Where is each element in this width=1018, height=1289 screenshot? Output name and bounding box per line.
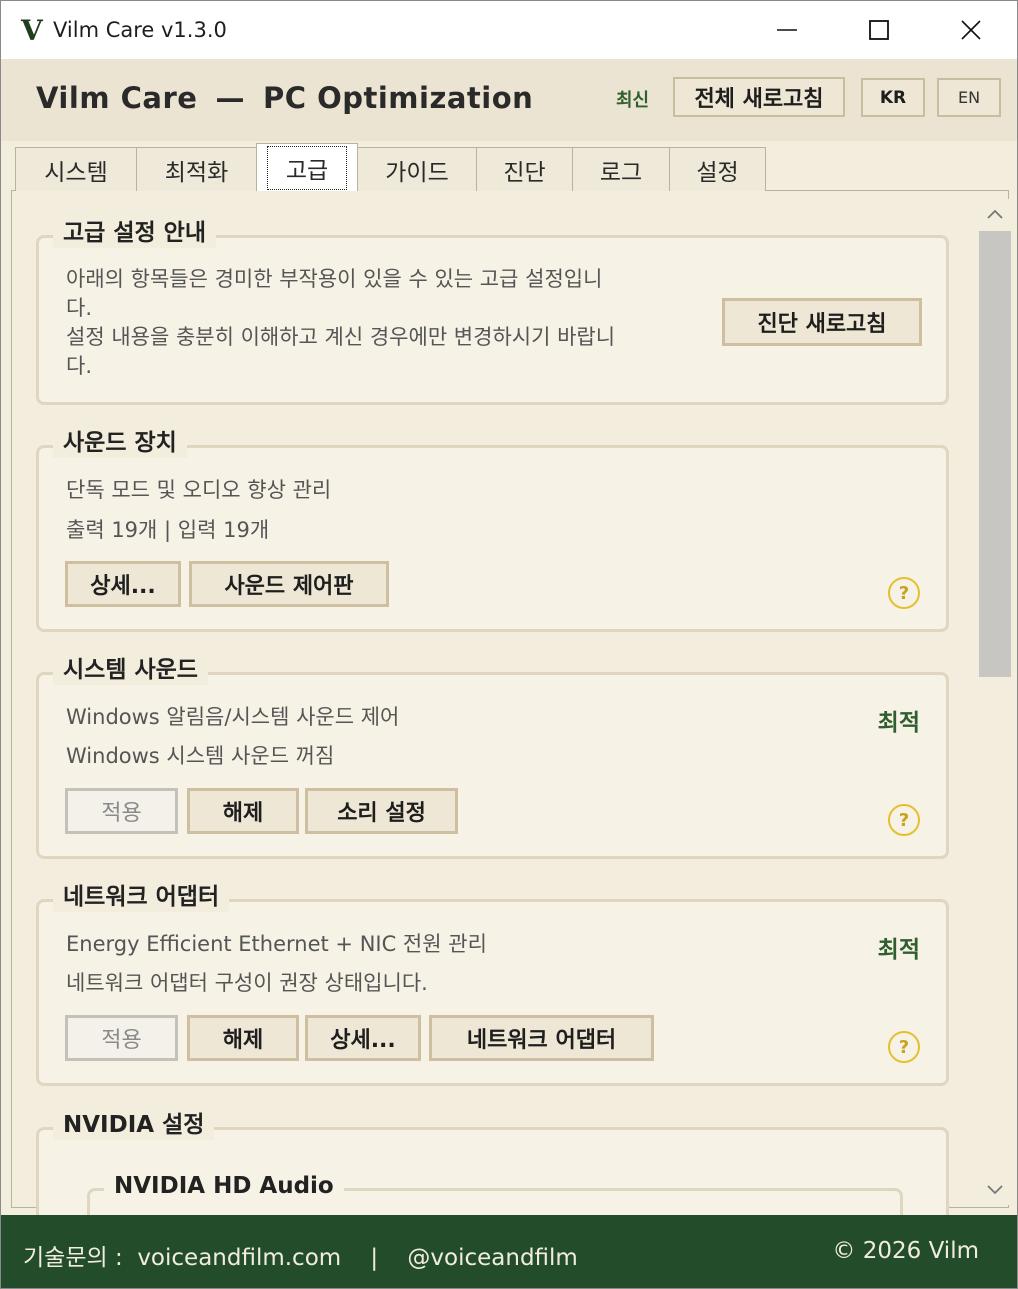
scroll-up-button[interactable] — [977, 199, 1013, 229]
nvidia-hd-audio-title: NVIDIA HD Audio — [104, 1171, 344, 1201]
system-sound-help-icon[interactable]: ? — [888, 804, 920, 836]
advanced-notice-title: 고급 설정 안내 — [53, 218, 216, 248]
app-subtitle: PC Optimization — [262, 81, 534, 115]
window-controls — [741, 1, 1017, 59]
network-release-button[interactable]: 해제 — [187, 1015, 299, 1061]
tab-diagnostics[interactable]: 진단 — [476, 147, 573, 191]
sound-control-panel-button[interactable]: 사운드 제어판 — [189, 561, 389, 607]
network-details-button[interactable]: 상세... — [305, 1015, 421, 1061]
sound-devices-desc: 단독 모드 및 오디오 향상 관리 — [66, 478, 332, 502]
advanced-notice-text: 아래의 항목들은 경미한 부작용이 있을 수 있는 고급 설정입니 다. 설정 … — [66, 265, 615, 381]
tab-system[interactable]: 시스템 — [15, 147, 137, 191]
sound-devices-counts: 출력 19개 | 입력 19개 — [66, 518, 270, 542]
tab-advanced[interactable]: 고급 — [256, 143, 358, 191]
nvidia-settings-title: NVIDIA 설정 — [53, 1110, 215, 1140]
scroll-down-button[interactable] — [977, 1175, 1013, 1205]
app-header: Vilm Care — PC Optimization 최신 전체 새로고침 KR … — [1, 59, 1017, 141]
scroll-thumb[interactable] — [979, 231, 1011, 677]
latest-status-label: 최신 — [616, 90, 650, 111]
tab-optimization[interactable]: 최적화 — [136, 147, 257, 191]
minimize-button[interactable] — [741, 1, 833, 59]
system-sound-apply-button[interactable]: 적용 — [65, 788, 178, 834]
app-logo-icon: V — [21, 13, 43, 47]
close-button[interactable] — [925, 1, 1017, 59]
footer-copyright: © 2026 Vilm — [832, 1238, 979, 1264]
close-icon — [961, 20, 981, 40]
title-separator: — — [215, 81, 245, 115]
system-sound-group: 시스템 사운드 Windows 알림음/시스템 사운드 제어 최적 Window… — [36, 655, 949, 859]
network-adapter-title: 네트워크 어댑터 — [53, 882, 230, 912]
maximize-icon — [869, 20, 889, 40]
footer-contact: 기술문의 : voiceandfilm.com | @voiceandfilm — [23, 1245, 578, 1271]
system-sound-desc: Windows 알림음/시스템 사운드 제어 — [66, 705, 400, 729]
network-adapter-help-icon[interactable]: ? — [888, 1031, 920, 1063]
sound-devices-title: 사운드 장치 — [53, 428, 187, 458]
notice-line-1b: 다. — [66, 296, 92, 320]
sound-devices-help-icon[interactable]: ? — [888, 577, 920, 609]
tab-settings[interactable]: 설정 — [669, 147, 766, 191]
footer-bar: 기술문의 : voiceandfilm.com | @voiceandfilm … — [1, 1215, 1017, 1288]
maximize-button[interactable] — [833, 1, 925, 59]
app-window: V Vilm Care v1.3.0 Vilm Care — PC Optimiza… — [0, 0, 1018, 1289]
refresh-all-button[interactable]: 전체 새로고침 — [673, 77, 845, 117]
sound-details-button[interactable]: 상세... — [65, 561, 181, 607]
network-apply-button[interactable]: 적용 — [65, 1015, 178, 1061]
tab-advanced-label: 고급 — [266, 145, 348, 190]
page-title: Vilm Care — PC Optimization — [36, 81, 533, 115]
notice-line-1: 아래의 항목들은 경미한 부작용이 있을 수 있는 고급 설정입니 — [66, 267, 603, 291]
title-bar[interactable]: V Vilm Care v1.3.0 — [1, 1, 1017, 59]
system-sound-title: 시스템 사운드 — [53, 655, 208, 685]
sound-devices-group: 사운드 장치 단독 모드 및 오디오 향상 관리 출력 19개 | 입력 19개… — [36, 428, 949, 632]
network-adapter-button[interactable]: 네트워크 어댑터 — [429, 1015, 654, 1061]
system-sound-status: 최적 — [877, 710, 920, 736]
chevron-up-icon — [987, 209, 1003, 219]
chevron-down-icon — [987, 1185, 1003, 1195]
tab-log[interactable]: 로그 — [572, 147, 670, 191]
app-name: Vilm Care — [36, 81, 198, 115]
system-sound-release-button[interactable]: 해제 — [187, 788, 299, 834]
advanced-notice-group: 고급 설정 안내 아래의 항목들은 경미한 부작용이 있을 수 있는 고급 설정… — [36, 218, 949, 405]
system-sound-status-text: Windows 시스템 사운드 꺼짐 — [66, 744, 335, 768]
network-adapter-group: 네트워크 어댑터 Energy Efficient Ethernet + NIC… — [36, 882, 949, 1086]
tab-bar: 시스템 최적화 고급 가이드 진단 로그 설정 — [15, 143, 766, 191]
sound-settings-button[interactable]: 소리 설정 — [305, 788, 458, 834]
network-adapter-desc: Energy Efficient Ethernet + NIC 전원 관리 — [66, 932, 487, 956]
language-kr-button[interactable]: KR — [861, 78, 925, 117]
window-title: Vilm Care v1.3.0 — [53, 18, 227, 42]
vertical-scrollbar[interactable] — [977, 199, 1013, 1205]
network-adapter-status-text: 네트워크 어댑터 구성이 권장 상태입니다. — [66, 971, 428, 995]
diagnostics-refresh-button[interactable]: 진단 새로고침 — [722, 298, 922, 346]
notice-line-2b: 다. — [66, 354, 92, 378]
network-adapter-status: 최적 — [877, 937, 920, 963]
minimize-icon — [777, 29, 797, 31]
language-en-button[interactable]: EN — [937, 78, 1001, 117]
notice-line-2: 설정 내용을 충분히 이해하고 계신 경우에만 변경하시기 바랍니 — [66, 325, 616, 349]
tab-guide[interactable]: 가이드 — [357, 147, 477, 191]
